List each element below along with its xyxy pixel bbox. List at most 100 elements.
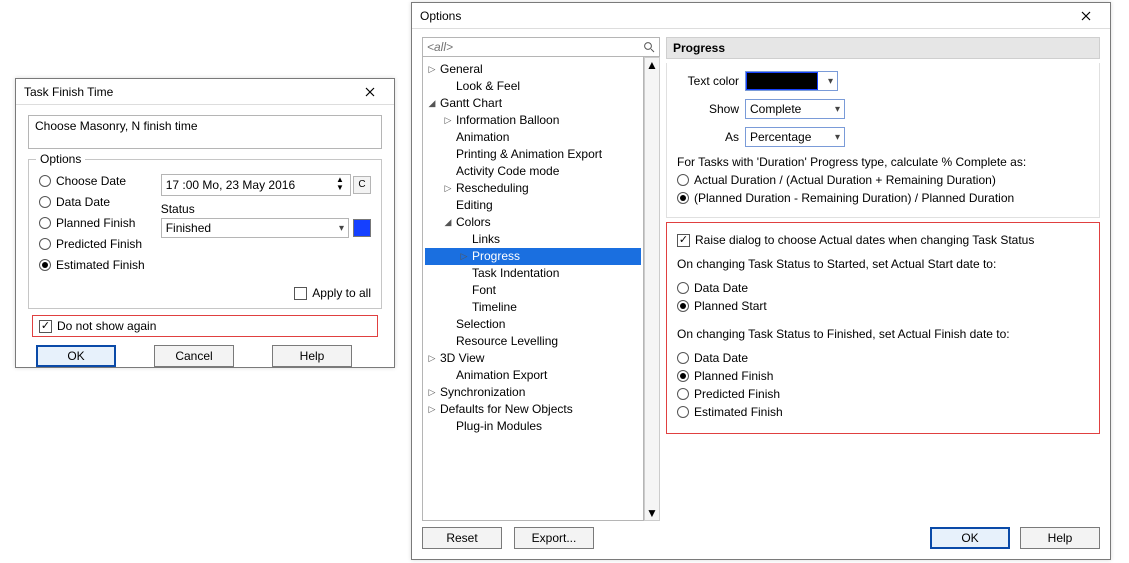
date-time-field[interactable]: 17 :00 Mo, 23 May 2016 ▲▼ bbox=[161, 174, 351, 196]
tree-label: Animation Export bbox=[456, 367, 547, 384]
tree-label: Colors bbox=[456, 214, 491, 231]
titlebar[interactable]: Options bbox=[412, 3, 1110, 29]
calc-radio-group: Actual Duration / (Actual Duration + Rem… bbox=[677, 173, 1089, 205]
tree-expander-icon[interactable]: ▷ bbox=[459, 248, 469, 265]
raise-dialog-checkbox[interactable]: Raise dialog to choose Actual dates when… bbox=[677, 233, 1089, 247]
ok-button[interactable]: OK bbox=[36, 345, 116, 367]
tree-node-look-feel[interactable]: Look & Feel bbox=[425, 78, 641, 95]
show-select[interactable]: Complete ▾ bbox=[745, 99, 845, 119]
start-radio-1[interactable]: Planned Start bbox=[677, 299, 1089, 313]
tree-node-defaults-for-new-objects[interactable]: ▷Defaults for New Objects bbox=[425, 401, 641, 418]
finish-radio-1[interactable]: Planned Finish bbox=[677, 369, 1089, 383]
radio-label: Predicted Finish bbox=[694, 387, 780, 401]
tree-scrollbar[interactable]: ▲▼ bbox=[644, 57, 660, 521]
tree-node-synchronization[interactable]: ▷Synchronization bbox=[425, 384, 641, 401]
tree-node-timeline[interactable]: Timeline bbox=[425, 299, 641, 316]
reset-button[interactable]: Reset bbox=[422, 527, 502, 549]
close-icon[interactable] bbox=[350, 82, 390, 102]
footer-bar: Reset Export... OK Help bbox=[422, 527, 1100, 549]
cancel-button[interactable]: Cancel bbox=[154, 345, 234, 367]
tree-node-selection[interactable]: Selection bbox=[425, 316, 641, 333]
calc-radio-0[interactable]: Actual Duration / (Actual Duration + Rem… bbox=[677, 173, 1089, 187]
radio-label: (Planned Duration - Remaining Duration) … bbox=[694, 191, 1014, 205]
tree-node-activity-code-mode[interactable]: Activity Code mode bbox=[425, 163, 641, 180]
radio-label: Planned Finish bbox=[56, 216, 135, 230]
status-label: Status bbox=[161, 202, 371, 216]
tree-expander-icon[interactable]: ▷ bbox=[427, 401, 437, 418]
text-color-select[interactable]: ▾ bbox=[745, 71, 838, 91]
tree-label: Look & Feel bbox=[456, 78, 520, 95]
as-select[interactable]: Percentage ▾ bbox=[745, 127, 845, 147]
finish-radio-0[interactable]: Data Date bbox=[677, 351, 1089, 365]
status-value: Finished bbox=[166, 221, 211, 235]
search-icon[interactable] bbox=[639, 38, 659, 56]
tree-node-information-balloon[interactable]: ▷Information Balloon bbox=[425, 112, 641, 129]
tree-node-animation-export[interactable]: Animation Export bbox=[425, 367, 641, 384]
tree-expander-icon[interactable]: ▷ bbox=[443, 112, 453, 129]
tree-expander-icon[interactable]: ▷ bbox=[427, 384, 437, 401]
as-value: Percentage bbox=[750, 130, 811, 144]
finish-radio-2[interactable]: Predicted Finish bbox=[677, 387, 1089, 401]
tree-node-printing-animation-export[interactable]: Printing & Animation Export bbox=[425, 146, 641, 163]
apply-to-all-checkbox[interactable]: Apply to all bbox=[294, 286, 371, 300]
finish-radio-planned-finish[interactable]: Planned Finish bbox=[39, 216, 145, 230]
export-button[interactable]: Export... bbox=[514, 527, 594, 549]
help-button[interactable]: Help bbox=[272, 345, 352, 367]
tree-node-resource-levelling[interactable]: Resource Levelling bbox=[425, 333, 641, 350]
tree-label: Information Balloon bbox=[456, 112, 559, 129]
chevron-down-icon: ▾ bbox=[835, 104, 840, 115]
status-color-swatch[interactable] bbox=[353, 219, 371, 237]
tree-label: Resource Levelling bbox=[456, 333, 558, 350]
options-group: Options Choose DateData DatePlanned Fini… bbox=[28, 159, 382, 309]
started-label: On changing Task Status to Started, set … bbox=[677, 257, 1089, 271]
finish-radio-data-date[interactable]: Data Date bbox=[39, 195, 145, 209]
date-spinner[interactable]: ▲▼ bbox=[334, 177, 346, 193]
text-color-preview bbox=[746, 72, 818, 90]
tree-label: Selection bbox=[456, 316, 505, 333]
radio-label: Estimated Finish bbox=[56, 258, 145, 272]
finish-radio-predicted-finish[interactable]: Predicted Finish bbox=[39, 237, 145, 251]
tree-node-links[interactable]: Links bbox=[425, 231, 641, 248]
finish-radio-estimated-finish[interactable]: Estimated Finish bbox=[39, 258, 145, 272]
search-box[interactable] bbox=[422, 37, 660, 57]
chevron-down-icon: ▾ bbox=[339, 223, 344, 234]
tree-node-progress[interactable]: ▷Progress bbox=[425, 248, 641, 265]
tree-node-plug-in-modules[interactable]: Plug-in Modules bbox=[425, 418, 641, 435]
tree-node-editing[interactable]: Editing bbox=[425, 197, 641, 214]
calc-radio-1[interactable]: (Planned Duration - Remaining Duration) … bbox=[677, 191, 1089, 205]
section-header: Progress bbox=[666, 37, 1100, 59]
tree-label: Synchronization bbox=[440, 384, 525, 401]
finish-radio-choose-date[interactable]: Choose Date bbox=[39, 174, 145, 188]
tree-node-font[interactable]: Font bbox=[425, 282, 641, 299]
tree-node-animation[interactable]: Animation bbox=[425, 129, 641, 146]
tree-expander-icon[interactable]: ▷ bbox=[427, 61, 437, 78]
titlebar[interactable]: Task Finish Time bbox=[16, 79, 394, 105]
tree-label: Progress bbox=[472, 248, 520, 265]
tree-node-3d-view[interactable]: ▷3D View bbox=[425, 350, 641, 367]
start-radio-group: Data Date Planned Start bbox=[677, 277, 1089, 317]
options-tree[interactable]: ▷GeneralLook & Feel◢Gantt Chart▷Informat… bbox=[422, 57, 644, 521]
tree-expander-icon[interactable]: ◢ bbox=[443, 214, 453, 231]
ok-button[interactable]: OK bbox=[930, 527, 1010, 549]
tree-node-gantt-chart[interactable]: ◢Gantt Chart bbox=[425, 95, 641, 112]
start-radio-0[interactable]: Data Date bbox=[677, 281, 1089, 295]
tree-node-task-indentation[interactable]: Task Indentation bbox=[425, 265, 641, 282]
instruction-text: Choose Masonry, N finish time bbox=[28, 115, 382, 149]
tree-label: Plug-in Modules bbox=[456, 418, 542, 435]
help-button[interactable]: Help bbox=[1020, 527, 1100, 549]
tree-label: Gantt Chart bbox=[440, 95, 502, 112]
finish-radio-3[interactable]: Estimated Finish bbox=[677, 405, 1089, 419]
dont-show-again-checkbox[interactable]: Do not show again bbox=[39, 319, 156, 333]
tree-node-colors[interactable]: ◢Colors bbox=[425, 214, 641, 231]
tree-expander-icon[interactable]: ◢ bbox=[427, 95, 437, 112]
status-select[interactable]: Finished ▾ bbox=[161, 218, 349, 238]
tree-node-rescheduling[interactable]: ▷Rescheduling bbox=[425, 180, 641, 197]
tree-expander-icon[interactable]: ▷ bbox=[427, 350, 437, 367]
close-icon[interactable] bbox=[1066, 6, 1106, 26]
radio-label: Planned Finish bbox=[694, 369, 773, 383]
tree-node-general[interactable]: ▷General bbox=[425, 61, 641, 78]
search-input[interactable] bbox=[423, 38, 639, 56]
date-picker-button[interactable]: C bbox=[353, 176, 371, 194]
tree-expander-icon[interactable]: ▷ bbox=[443, 180, 453, 197]
radio-label: Estimated Finish bbox=[694, 405, 783, 419]
